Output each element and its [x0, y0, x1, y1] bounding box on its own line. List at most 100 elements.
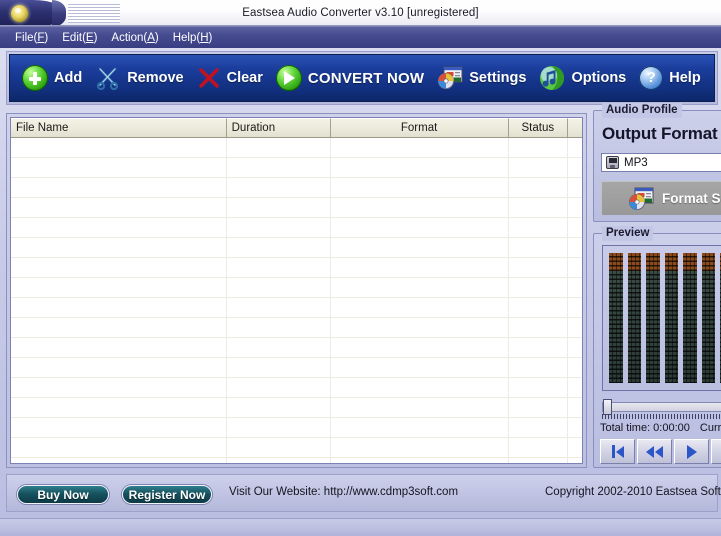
- seek-slider-track[interactable]: [602, 402, 721, 412]
- table-cell: [331, 178, 509, 197]
- table-cell: [227, 298, 331, 317]
- vu-meter-bar: [701, 253, 716, 383]
- table-row[interactable]: [11, 218, 582, 238]
- table-cell: [331, 218, 509, 237]
- table-row[interactable]: [11, 198, 582, 218]
- table-cell: [227, 258, 331, 277]
- table-cell: [509, 418, 569, 437]
- bottom-bar: Buy Now Register Now Visit Our Website: …: [6, 474, 721, 512]
- table-cell: [568, 218, 582, 237]
- table-cell: [227, 338, 331, 357]
- menu-item-help[interactable]: Help(H): [166, 31, 220, 45]
- table-cell: [331, 298, 509, 317]
- table-row[interactable]: [11, 378, 582, 398]
- table-cell: [568, 178, 582, 197]
- table-row[interactable]: [11, 238, 582, 258]
- table-row[interactable]: [11, 178, 582, 198]
- file-list-body[interactable]: [11, 138, 582, 463]
- file-list-frame: File Name Duration Format Status: [6, 113, 587, 468]
- add-button-label: Add: [54, 70, 83, 86]
- table-cell: [509, 158, 569, 177]
- table-cell: [11, 438, 227, 457]
- table-cell: [11, 238, 227, 257]
- music-note-globe-icon: [539, 65, 565, 91]
- output-format-combobox[interactable]: MP3: [601, 153, 721, 172]
- table-row[interactable]: [11, 298, 582, 318]
- table-row[interactable]: [11, 318, 582, 338]
- table-cell: [568, 378, 582, 397]
- seek-slider-thumb[interactable]: [603, 399, 612, 415]
- table-cell: [11, 218, 227, 237]
- table-row[interactable]: [11, 398, 582, 418]
- audio-profile-group: Audio Profile Output Format MP3 Format S: [593, 103, 721, 222]
- table-cell: [568, 158, 582, 177]
- table-cell: [331, 378, 509, 397]
- scissors-icon: [95, 65, 121, 91]
- seek-slider[interactable]: [602, 399, 721, 419]
- website-link[interactable]: Visit Our Website: http://www.cdmp3soft.…: [229, 486, 458, 498]
- preview-group: Preview Total time: 0:00:00 Current time…: [593, 226, 721, 468]
- column-header-duration[interactable]: Duration: [226, 118, 331, 137]
- settings-button[interactable]: Settings: [433, 64, 535, 92]
- table-row[interactable]: [11, 338, 582, 358]
- table-cell: [331, 358, 509, 377]
- column-header-spacer: [568, 118, 582, 137]
- table-cell: [11, 458, 227, 463]
- green-play-circle-icon: [275, 65, 302, 91]
- register-now-button[interactable]: Register Now: [122, 485, 212, 504]
- table-row[interactable]: [11, 458, 582, 463]
- table-cell: [568, 198, 582, 217]
- buy-now-button[interactable]: Buy Now: [17, 485, 109, 504]
- table-cell: [227, 218, 331, 237]
- menu-item-file[interactable]: File(F): [8, 31, 55, 45]
- table-cell: [331, 238, 509, 257]
- table-cell: [227, 358, 331, 377]
- table-row[interactable]: [11, 438, 582, 458]
- menu-item-action[interactable]: Action(A): [104, 31, 165, 45]
- pause-button[interactable]: [711, 439, 721, 464]
- table-row[interactable]: [11, 278, 582, 298]
- table-row[interactable]: [11, 358, 582, 378]
- table-cell: [509, 178, 569, 197]
- settings-button-label: Settings: [469, 70, 527, 86]
- table-row[interactable]: [11, 138, 582, 158]
- add-button[interactable]: Add: [18, 63, 91, 93]
- cd-window-icon: [437, 66, 463, 90]
- help-button[interactable]: ? Help: [635, 64, 709, 92]
- rewind-button[interactable]: [637, 439, 672, 464]
- vu-meter-bar: [664, 253, 679, 383]
- remove-button[interactable]: Remove: [91, 63, 192, 93]
- table-cell: [509, 458, 569, 463]
- table-cell: [11, 338, 227, 357]
- menu-item-edit[interactable]: Edit(E): [55, 31, 104, 45]
- table-cell: [509, 378, 569, 397]
- table-cell: [227, 158, 331, 177]
- column-header-format[interactable]: Format: [330, 118, 509, 137]
- column-header-file-name[interactable]: File Name: [11, 118, 227, 137]
- table-cell: [11, 158, 227, 177]
- remove-button-label: Remove: [127, 70, 184, 86]
- file-list[interactable]: File Name Duration Format Status: [10, 117, 583, 464]
- table-cell: [509, 298, 569, 317]
- table-cell: [227, 178, 331, 197]
- table-cell: [568, 138, 582, 157]
- mp3-player-icon: [606, 156, 619, 169]
- table-row[interactable]: [11, 158, 582, 178]
- column-header-status[interactable]: Status: [508, 118, 569, 137]
- menu-bar: File(F) Edit(E) Action(A) Help(H): [0, 27, 721, 48]
- play-icon: [686, 444, 697, 459]
- convert-now-button[interactable]: CONVERT NOW: [272, 63, 433, 93]
- help-button-label: Help: [669, 70, 701, 86]
- options-button[interactable]: Options: [535, 63, 635, 93]
- previous-button[interactable]: [600, 439, 635, 464]
- table-row[interactable]: [11, 258, 582, 278]
- table-row[interactable]: [11, 418, 582, 438]
- title-bar: Eastsea Audio Converter v3.10 [unregiste…: [0, 0, 721, 27]
- table-cell: [568, 338, 582, 357]
- format-settings-button[interactable]: Format Settings: [601, 181, 721, 215]
- table-cell: [227, 138, 331, 157]
- play-button[interactable]: [674, 439, 709, 464]
- table-cell: [568, 418, 582, 437]
- window-title: Eastsea Audio Converter v3.10 [unregiste…: [242, 7, 479, 19]
- clear-button[interactable]: Clear: [193, 64, 272, 92]
